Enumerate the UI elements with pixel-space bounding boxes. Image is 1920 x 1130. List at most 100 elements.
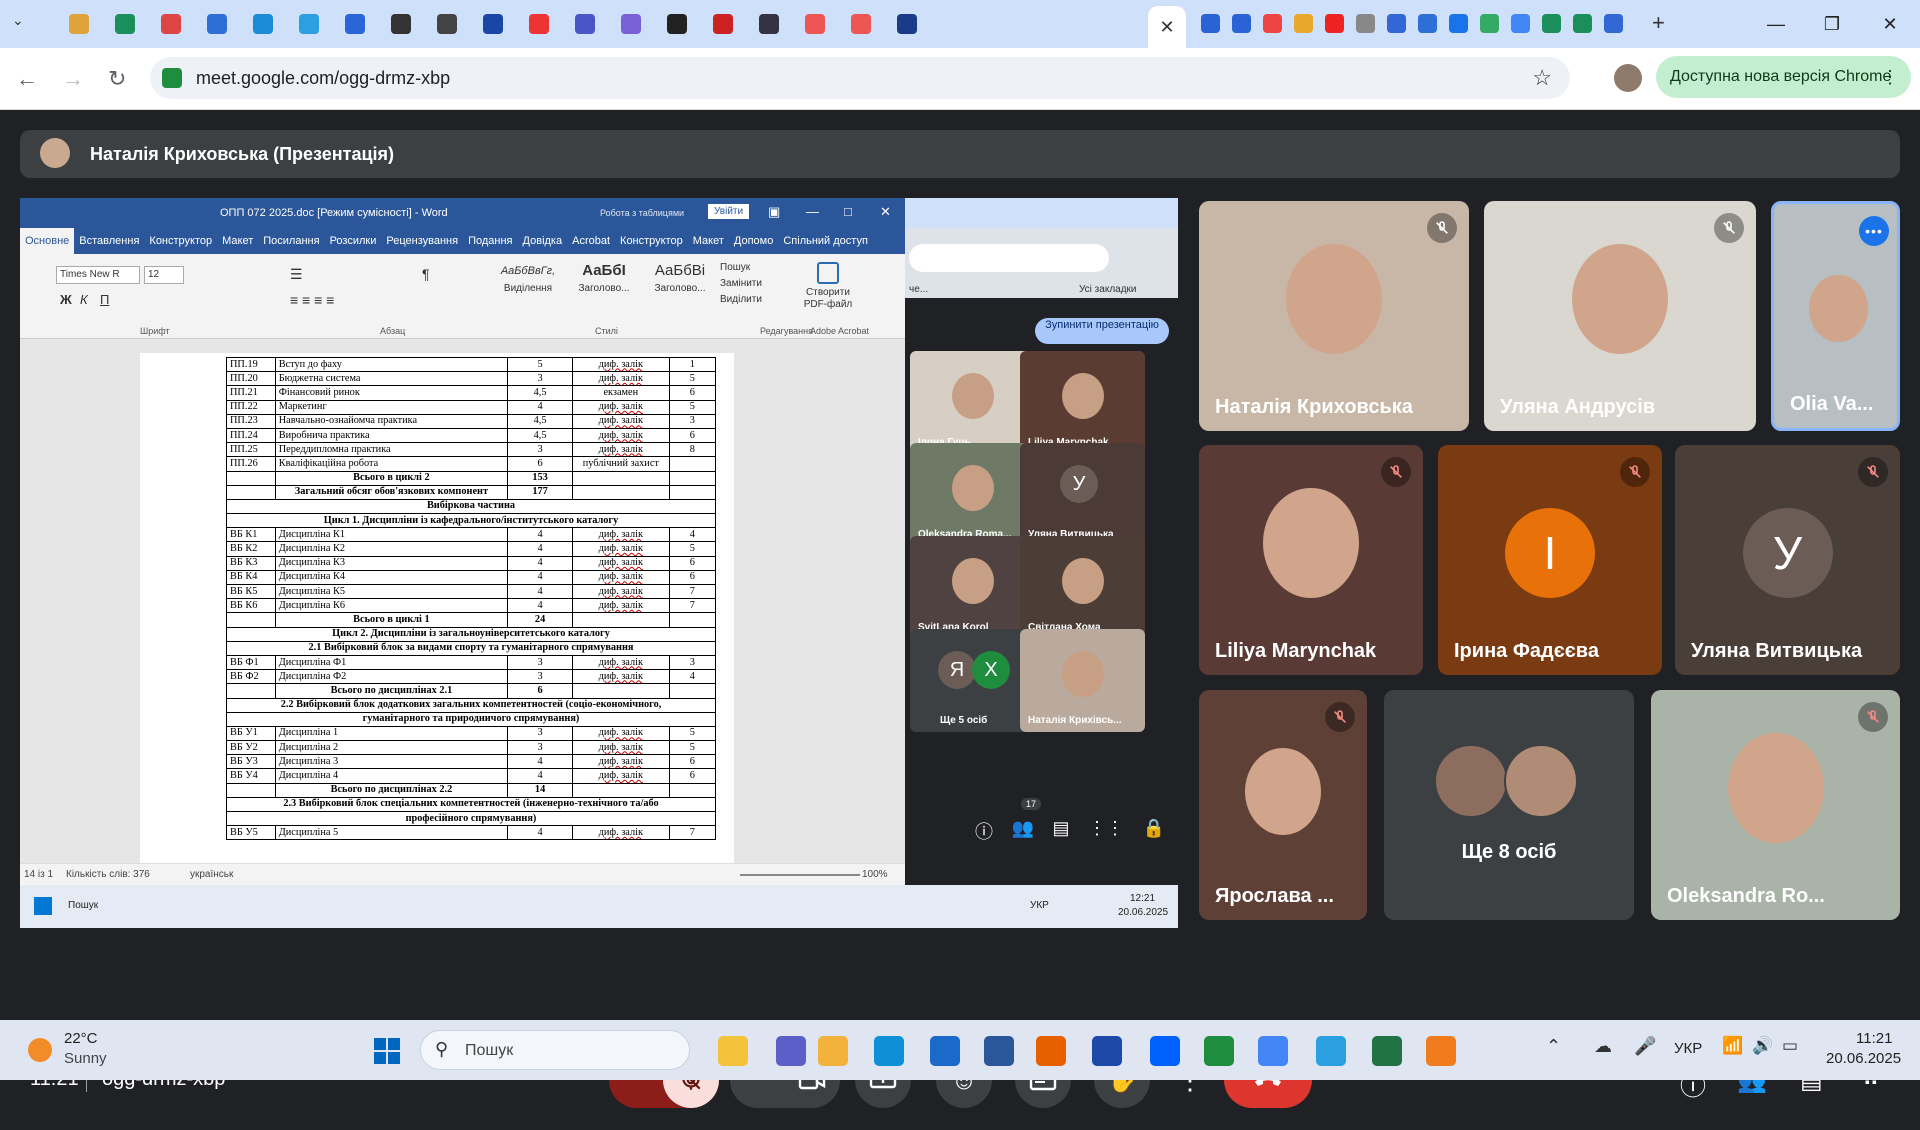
pinned-tab-icon[interactable] bbox=[299, 14, 319, 34]
folder-app-icon[interactable] bbox=[718, 1036, 748, 1066]
pinned-tab-icon[interactable] bbox=[759, 14, 779, 34]
stop-presenting-button[interactable]: Зупинити презентацію bbox=[1035, 318, 1169, 344]
bullets-icon[interactable]: ☰ bbox=[290, 266, 303, 283]
bold-button[interactable]: Ж bbox=[60, 292, 72, 307]
participant-tile[interactable]: І Ірина Фадєєва bbox=[1438, 445, 1662, 675]
mic-icon[interactable]: 🎤 bbox=[1634, 1036, 1656, 1057]
start-button[interactable] bbox=[374, 1038, 400, 1064]
participant-tile[interactable]: Ще 8 осіб bbox=[1384, 690, 1634, 920]
font-size-field[interactable]: 12 bbox=[144, 266, 184, 284]
tab-icon[interactable] bbox=[1263, 14, 1282, 33]
find-button[interactable]: Пошук bbox=[720, 260, 762, 276]
reload-icon[interactable]: ↻ bbox=[108, 66, 126, 92]
tab-icon[interactable] bbox=[1387, 14, 1406, 33]
inner-bookmark[interactable]: че... bbox=[909, 284, 928, 295]
align-icons[interactable]: ≡ ≡ ≡ ≡ bbox=[290, 292, 334, 308]
pinned-tab-icon[interactable] bbox=[621, 14, 641, 34]
inner-taskbar-search[interactable]: Пошук bbox=[68, 900, 98, 911]
all-bookmarks[interactable]: Усі закладки bbox=[1079, 284, 1137, 295]
wifi-icon[interactable]: 📶 bbox=[1722, 1036, 1743, 1056]
info-icon[interactable]: ⓘ bbox=[975, 818, 993, 844]
pinned-tab-icon[interactable] bbox=[161, 14, 181, 34]
participant-tile[interactable]: Liliya Marynchak bbox=[1199, 445, 1423, 675]
word-app-icon[interactable] bbox=[984, 1036, 1014, 1066]
replace-button[interactable]: Замінити bbox=[720, 276, 762, 292]
underline-button[interactable]: П bbox=[100, 292, 109, 307]
tab-icon[interactable] bbox=[1573, 14, 1592, 33]
word-minimize-icon[interactable]: — bbox=[806, 204, 819, 219]
pinned-tab-icon[interactable] bbox=[897, 14, 917, 34]
pinned-tab-icon[interactable] bbox=[483, 14, 503, 34]
tab-icon[interactable] bbox=[1542, 14, 1561, 33]
participant-tile[interactable]: Olia Va... ••• bbox=[1771, 201, 1900, 431]
lock-icon[interactable]: 🔒 bbox=[1143, 818, 1165, 844]
pinned-tab-icon[interactable] bbox=[667, 14, 687, 34]
b-app-icon[interactable] bbox=[1092, 1036, 1122, 1066]
word-tab[interactable]: Рецензування bbox=[381, 228, 463, 254]
word-tab[interactable]: Макет bbox=[688, 228, 729, 254]
word-tab[interactable]: Основне bbox=[20, 228, 75, 254]
explorer-app-icon[interactable] bbox=[818, 1036, 848, 1066]
participant-tile[interactable]: Уляна Андрусів bbox=[1484, 201, 1756, 431]
input-language[interactable]: УКР bbox=[1674, 1040, 1702, 1057]
word-tab[interactable]: Подання bbox=[463, 228, 517, 254]
participant-tile[interactable]: Наталія Криховська bbox=[1199, 201, 1469, 431]
firefox-app-icon[interactable] bbox=[1036, 1036, 1066, 1066]
tab-icon[interactable] bbox=[1449, 14, 1468, 33]
excel-app-icon[interactable] bbox=[1372, 1036, 1402, 1066]
inner-participant-tile[interactable]: Я Х Ще 5 осіб bbox=[910, 629, 1035, 732]
close-tab-icon[interactable]: ✕ bbox=[1159, 17, 1174, 38]
network-cloud-icon[interactable]: ☁ bbox=[1594, 1036, 1612, 1057]
participant-tile[interactable]: У Уляна Витвицька bbox=[1675, 445, 1900, 675]
chrome-app-icon[interactable] bbox=[1204, 1036, 1234, 1066]
pilcrow-icon[interactable]: ¶ bbox=[422, 266, 430, 282]
tab-icon[interactable] bbox=[1604, 14, 1623, 33]
word-tab[interactable]: Спільний доступ bbox=[778, 228, 873, 254]
teams-app-icon[interactable] bbox=[776, 1036, 806, 1066]
pinned-tab-icon[interactable] bbox=[391, 14, 411, 34]
pinned-tab-icon[interactable] bbox=[713, 14, 733, 34]
pinned-tab-icon[interactable] bbox=[575, 14, 595, 34]
store-app-icon[interactable] bbox=[930, 1036, 960, 1066]
style-item[interactable]: АаБбВі Заголово... bbox=[642, 262, 718, 298]
close-window-button[interactable]: ✕ bbox=[1870, 10, 1910, 38]
tab-icon[interactable] bbox=[1480, 14, 1499, 33]
chrome2-app-icon[interactable] bbox=[1258, 1036, 1288, 1066]
word-tab[interactable]: Макет bbox=[217, 228, 258, 254]
tab-icon[interactable] bbox=[1325, 14, 1344, 33]
pinned-tab-icon[interactable] bbox=[207, 14, 227, 34]
style-item[interactable]: АаБбІ Заголово... bbox=[566, 262, 642, 298]
chevron-up-icon[interactable]: ⌃ bbox=[1546, 1036, 1561, 1057]
back-icon[interactable]: ← bbox=[16, 66, 38, 92]
styles-gallery[interactable]: АаБбВвГг, Виділення АаБбІ Заголово... АаБбВі… bbox=[490, 262, 718, 298]
url-text[interactable]: meet.google.com/ogg-drmz-xbp bbox=[196, 68, 450, 89]
update-chrome-button[interactable]: Доступна нова версія Chrome ⋮ bbox=[1656, 56, 1911, 98]
participant-tile[interactable]: Oleksandra Ro... bbox=[1651, 690, 1900, 920]
ribbon-display-icon[interactable]: ▣ bbox=[768, 204, 780, 220]
inner-start-icon[interactable] bbox=[34, 897, 52, 915]
volume-icon[interactable]: 🔊 bbox=[1752, 1036, 1773, 1056]
word-maximize-icon[interactable]: □ bbox=[844, 204, 852, 219]
italic-button[interactable]: К bbox=[80, 292, 88, 307]
paint-app-icon[interactable] bbox=[1316, 1036, 1346, 1066]
pinned-tab-icon[interactable] bbox=[851, 14, 871, 34]
new-tab-button[interactable]: + bbox=[1652, 10, 1665, 36]
activities-icon[interactable]: ⋮⋮ bbox=[1088, 818, 1124, 844]
active-tab[interactable]: ✕ bbox=[1148, 6, 1186, 48]
tab-icon[interactable] bbox=[1511, 14, 1530, 33]
pinned-tab-icon[interactable] bbox=[345, 14, 365, 34]
people-icon[interactable]: 👥 bbox=[1012, 818, 1034, 844]
more-vert-icon[interactable]: ⋮ bbox=[1881, 56, 1899, 98]
taskbar-date[interactable]: 20.06.2025 bbox=[1826, 1050, 1901, 1067]
edge-app-icon[interactable] bbox=[874, 1036, 904, 1066]
weather-temp[interactable]: 22°C bbox=[64, 1030, 98, 1047]
pinned-tab-icon[interactable] bbox=[253, 14, 273, 34]
word-tab[interactable]: Посилання bbox=[258, 228, 324, 254]
zoom-slider[interactable] bbox=[740, 874, 860, 876]
taskbar-search-box[interactable]: ⚲ Пошук bbox=[420, 1030, 690, 1070]
signin-button[interactable]: Увійти bbox=[708, 204, 750, 219]
document-page[interactable]: ПП.19 Вступ до фаху 5 диф. залік 1 ПП.20 Бюдже… bbox=[140, 353, 734, 863]
tab-icon[interactable] bbox=[1418, 14, 1437, 33]
participant-tile[interactable]: Ярослава ... bbox=[1199, 690, 1367, 920]
pinned-tab-icon[interactable] bbox=[115, 14, 135, 34]
